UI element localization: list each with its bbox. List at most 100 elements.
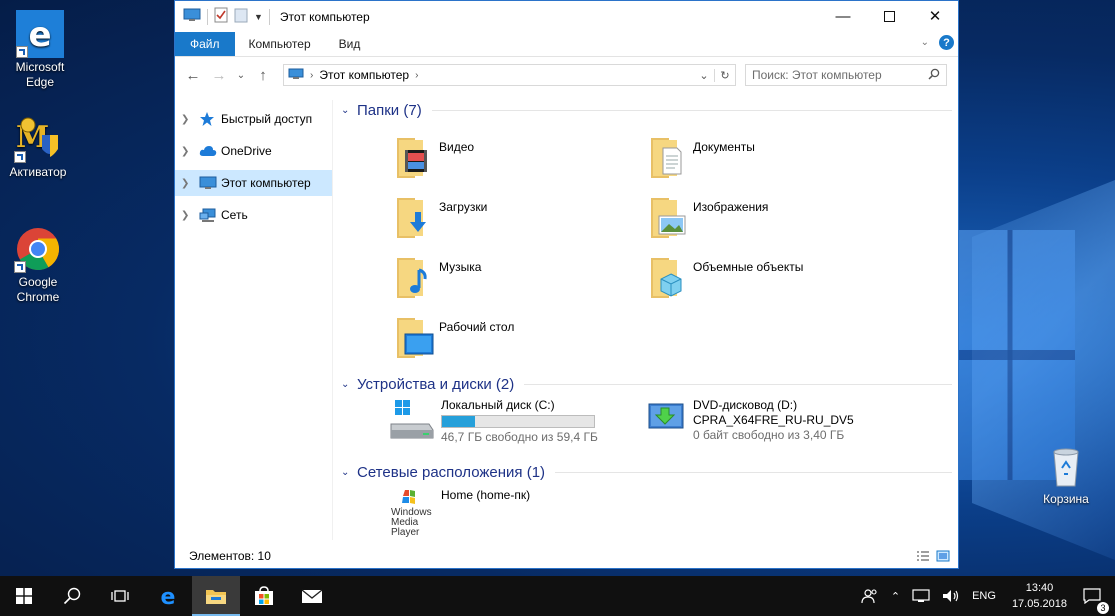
dvd-drive-icon (647, 398, 687, 444)
action-center-icon (1083, 588, 1101, 604)
show-hidden-icons-button[interactable]: ⌃ (885, 590, 906, 603)
folder-music[interactable]: Музыка (393, 254, 643, 308)
title-bar[interactable]: ▼ Этот компьютер — ✕ (175, 1, 958, 32)
breadcrumb-separator[interactable]: › (310, 70, 313, 81)
recent-locations-icon[interactable]: ⌄ (235, 70, 247, 81)
content-area: ⌄ Папки (7) Видео Документы Загрузки Изо… (341, 100, 952, 540)
file-explorer-icon (206, 590, 226, 604)
minimize-button[interactable]: — (820, 1, 866, 31)
music-folder-icon (393, 254, 435, 302)
svg-text:e: e (161, 585, 176, 607)
close-icon: ✕ (928, 8, 942, 25)
volume-button[interactable] (936, 589, 966, 603)
breadcrumb-location[interactable]: Этот компьютер (319, 68, 409, 82)
network-status-button[interactable] (906, 589, 936, 603)
tab-view[interactable]: Вид (325, 32, 375, 56)
help-icon[interactable]: ? (939, 35, 954, 50)
group-header-devices[interactable]: ⌄ Устройства и диски (2) (341, 374, 952, 394)
item-count: Элементов: 10 (189, 549, 271, 563)
drive-d[interactable]: DVD-дисковод (D:) CPRA_X64FRE_RU-RU_DV5 … (647, 398, 907, 452)
folder-desktop[interactable]: Рабочий стол (393, 314, 643, 368)
start-button[interactable] (0, 576, 48, 616)
network-location-home[interactable]: Windows Media Player Home (home-пк) (389, 488, 649, 542)
sidebar-item-label: Быстрый доступ (221, 112, 313, 126)
task-view-button[interactable] (96, 576, 144, 616)
taskbar-file-explorer[interactable] (192, 576, 240, 616)
properties-icon[interactable] (214, 7, 228, 26)
chevron-right-icon[interactable]: ❯ (181, 178, 195, 189)
sidebar-item-this-pc[interactable]: ❯ Этот компьютер (175, 170, 332, 196)
action-center-button[interactable]: 3 (1077, 588, 1115, 614)
folder-videos[interactable]: Видео (393, 134, 643, 188)
input-language-button[interactable]: ENG (966, 590, 1002, 602)
refresh-icon[interactable]: ↻ (714, 68, 735, 82)
search-icon[interactable] (928, 68, 940, 83)
status-bar: Элементов: 10 (175, 544, 958, 568)
clock[interactable]: 13:40 17.05.2018 (1002, 580, 1077, 612)
drive-name: Локальный диск (C:) (441, 398, 555, 412)
address-dropdown-icon[interactable]: ⌄ (694, 69, 714, 82)
group-header-folders[interactable]: ⌄ Папки (7) (341, 100, 952, 120)
chevron-down-icon[interactable]: ▼ (254, 12, 263, 22)
media-player-icon: Windows Media Player (389, 488, 435, 538)
explorer-window[interactable]: ▼ Этот компьютер — ✕ Файл Компьютер Вид … (174, 0, 959, 569)
taskbar-edge[interactable]: e (144, 576, 192, 616)
back-button[interactable]: ← (183, 67, 203, 84)
close-button[interactable]: ✕ (912, 1, 958, 31)
folder-label: Изображения (693, 200, 769, 214)
network-grid: Windows Media Player Home (home-пк) (341, 482, 952, 538)
desktop-icon-edge[interactable]: e Microsoft Edge (2, 10, 78, 90)
chevron-down-icon[interactable]: ⌄ (341, 105, 357, 116)
expand-ribbon-icon[interactable]: ⌄ (921, 37, 929, 48)
new-folder-icon[interactable] (234, 7, 248, 26)
search-input[interactable]: Поиск: Этот компьютер (745, 64, 947, 86)
toolbar-divider (207, 8, 208, 25)
up-button[interactable]: ↑ (253, 67, 273, 84)
desktop-icon-chrome[interactable]: Google Chrome (0, 225, 76, 305)
sidebar-item-quick-access[interactable]: ❯ Быстрый доступ (175, 106, 332, 132)
computer-icon (199, 176, 219, 190)
chevron-right-icon[interactable]: ❯ (181, 210, 195, 221)
drives-grid: Локальный диск (C:) 46,7 ГБ свободно из … (341, 394, 952, 462)
folder-3d-objects[interactable]: Объемные объекты (647, 254, 897, 308)
folder-label: Загрузки (439, 200, 488, 214)
group-divider (555, 471, 952, 473)
windows-logo-icon (16, 588, 32, 604)
folder-documents[interactable]: Документы (647, 134, 897, 188)
maximize-icon (883, 10, 895, 22)
sidebar-item-onedrive[interactable]: ❯ OneDrive (175, 138, 332, 164)
chevron-right-icon[interactable]: ❯ (181, 114, 195, 125)
tab-computer[interactable]: Компьютер (235, 32, 325, 56)
star-icon (199, 111, 219, 127)
group-header-network[interactable]: ⌄ Сетевые расположения (1) (341, 462, 952, 482)
chevron-down-icon[interactable]: ⌄ (341, 467, 357, 478)
people-button[interactable] (855, 588, 885, 604)
desktop-icon-activator[interactable]: M Активатор (0, 115, 76, 180)
breadcrumb-separator[interactable]: › (415, 70, 418, 81)
taskbar-store[interactable] (240, 576, 288, 616)
large-icons-view-icon[interactable] (936, 550, 950, 565)
search-button[interactable] (48, 576, 96, 616)
group-header-label: Папки (7) (357, 101, 422, 119)
chevron-down-icon[interactable]: ⌄ (341, 379, 357, 390)
forward-button[interactable]: → (209, 67, 229, 84)
store-icon (255, 586, 273, 605)
drive-c[interactable]: Локальный диск (C:) 46,7 ГБ свободно из … (389, 398, 649, 452)
address-bar: ← → ⌄ ↑ › Этот компьютер › ⌄ ↻ Поиск: Эт… (175, 57, 958, 93)
address-input[interactable]: › Этот компьютер › ⌄ ↻ (283, 64, 736, 86)
desktop-icon-label: Активатор (9, 165, 67, 179)
chevron-right-icon[interactable]: ❯ (181, 146, 195, 157)
details-view-icon[interactable] (916, 550, 930, 565)
desktop-icon-recycle-bin[interactable]: Корзина (1028, 442, 1104, 507)
drive-free-space: 0 байт свободно из 3,40 ГБ (693, 428, 845, 442)
cloud-icon (199, 145, 219, 157)
maximize-button[interactable] (866, 1, 912, 31)
tab-file[interactable]: Файл (175, 32, 235, 56)
drive-volume-label: CPRA_X64FRE_RU-RU_DV5 (693, 413, 854, 427)
shortcut-arrow-icon (14, 151, 26, 163)
sidebar-item-network[interactable]: ❯ Сеть (175, 202, 332, 228)
folder-downloads[interactable]: Загрузки (393, 194, 643, 248)
sidebar-item-label: Сеть (221, 208, 248, 222)
folder-pictures[interactable]: Изображения (647, 194, 897, 248)
taskbar-mail[interactable] (288, 576, 336, 616)
